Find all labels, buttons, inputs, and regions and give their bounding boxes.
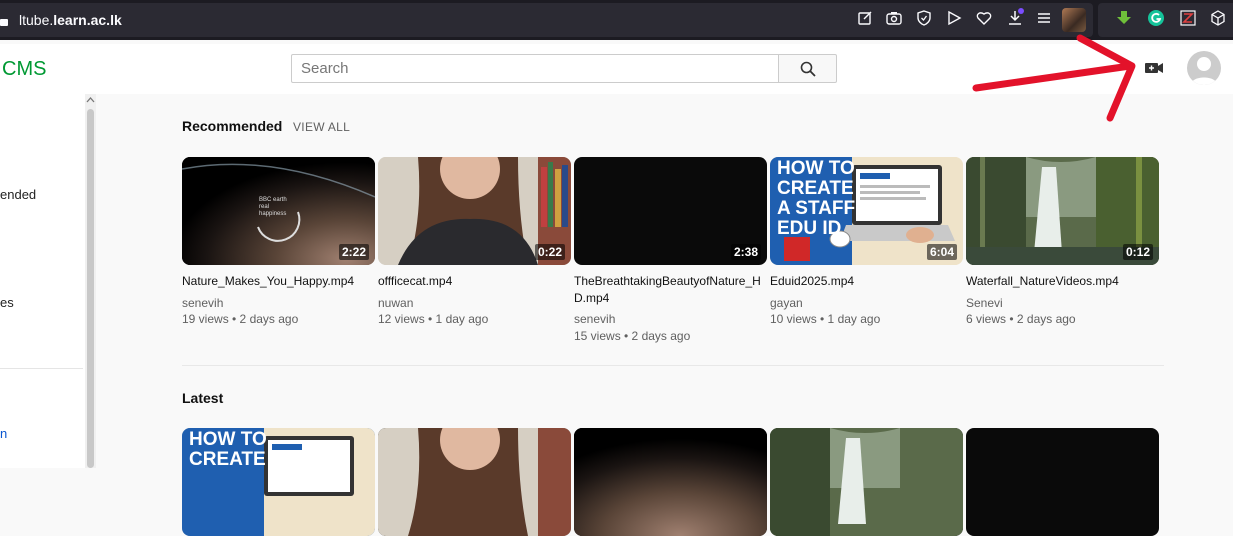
video-title[interactable]: Nature_Makes_You_Happy.mp4	[182, 273, 375, 290]
section-divider	[182, 365, 1164, 366]
video-thumbnail[interactable]: 2:38	[574, 157, 767, 265]
menu-icon[interactable]	[1036, 10, 1052, 26]
video-thumbnail[interactable]	[378, 428, 571, 536]
video-title[interactable]: Eduid2025.mp4	[770, 273, 963, 290]
video-meta: 19 views • 2 days ago	[182, 312, 299, 326]
video-thumbnail[interactable]	[966, 428, 1159, 536]
video-thumbnail[interactable]: HOW TO CREATE A STAFF EDU ID 6:04	[770, 157, 963, 265]
video-duration: 0:22	[534, 244, 565, 260]
grammarly-icon[interactable]	[1148, 10, 1164, 26]
sidebar-item-recommended[interactable]: ended	[0, 187, 36, 202]
user-icon	[1191, 57, 1217, 85]
video-thumbnail[interactable]: 0:12	[966, 157, 1159, 265]
thumbnail-caption: BBC earth real happiness	[259, 197, 287, 217]
latest-title: Latest	[182, 390, 224, 406]
video-thumbnail[interactable]: HOW TO CREATE	[182, 428, 375, 536]
thumbnail-caption: HOW TO CREATE	[189, 429, 267, 470]
video-meta: 10 views • 1 day ago	[770, 312, 881, 326]
video-thumbnail[interactable]	[574, 428, 767, 536]
edit-icon[interactable]	[857, 10, 873, 26]
download-badge	[1018, 8, 1024, 14]
video-title[interactable]: offficecat.mp4	[378, 273, 571, 290]
video-author[interactable]: senevih	[574, 312, 615, 326]
annotation-arrow-icon	[972, 34, 1136, 122]
video-author[interactable]: Senevi	[966, 296, 1003, 310]
thumbnail-caption: HOW TO CREATE A STAFF EDU ID	[777, 158, 856, 239]
sidebar-scroll-thumb[interactable]	[87, 109, 94, 468]
earth-planet-image	[574, 428, 767, 536]
lock-icon	[0, 19, 8, 26]
download-arrow-icon[interactable]	[1116, 10, 1132, 26]
video-duration: 2:22	[338, 244, 369, 260]
video-author[interactable]: gayan	[770, 296, 803, 310]
video-meta: 15 views • 2 days ago	[574, 329, 691, 343]
person-image	[378, 428, 571, 536]
video-author[interactable]: nuwan	[378, 296, 413, 310]
video-meta: 6 views • 2 days ago	[966, 312, 1076, 326]
video-duration: 2:38	[730, 244, 761, 260]
sidebar-item-categories[interactable]: es	[0, 295, 14, 310]
user-avatar[interactable]	[1187, 51, 1221, 85]
video-title[interactable]: Waterfall_NatureVideos.mp4	[966, 273, 1159, 290]
sidebar-divider	[0, 368, 83, 369]
search-button[interactable]	[778, 54, 837, 83]
heart-icon[interactable]	[976, 10, 992, 26]
video-title[interactable]: TheBreathtakingBeautyofNature_HD.mp4	[574, 273, 767, 307]
scroll-up-icon[interactable]	[86, 96, 95, 104]
shield-icon[interactable]	[916, 10, 932, 26]
view-all-link[interactable]: VIEW ALL	[293, 120, 350, 134]
profile-avatar[interactable]	[1062, 8, 1086, 32]
cube-icon[interactable]	[1210, 10, 1226, 26]
search-icon	[800, 61, 816, 77]
url-text[interactable]: ltube.learn.ac.lk	[19, 12, 122, 28]
video-duration: 0:12	[1122, 244, 1153, 260]
video-thumbnail[interactable]: BBC earth real happiness 2:22	[182, 157, 375, 265]
play-icon[interactable]	[946, 10, 962, 26]
video-thumbnail[interactable]: 0:22	[378, 157, 571, 265]
search-input[interactable]	[291, 54, 779, 83]
zotero-icon[interactable]	[1180, 10, 1196, 26]
screenshot-icon[interactable]	[886, 10, 902, 26]
sidebar	[0, 94, 96, 468]
video-author[interactable]: senevih	[182, 296, 223, 310]
video-duration: 6:04	[926, 244, 957, 260]
waterfall-image	[770, 428, 963, 536]
video-thumbnail[interactable]	[770, 428, 963, 536]
video-meta: 12 views • 1 day ago	[378, 312, 489, 326]
sidebar-item-login[interactable]: n	[0, 426, 7, 441]
brand-logo[interactable]: CMS	[2, 58, 46, 81]
recommended-title: Recommended	[182, 118, 283, 134]
